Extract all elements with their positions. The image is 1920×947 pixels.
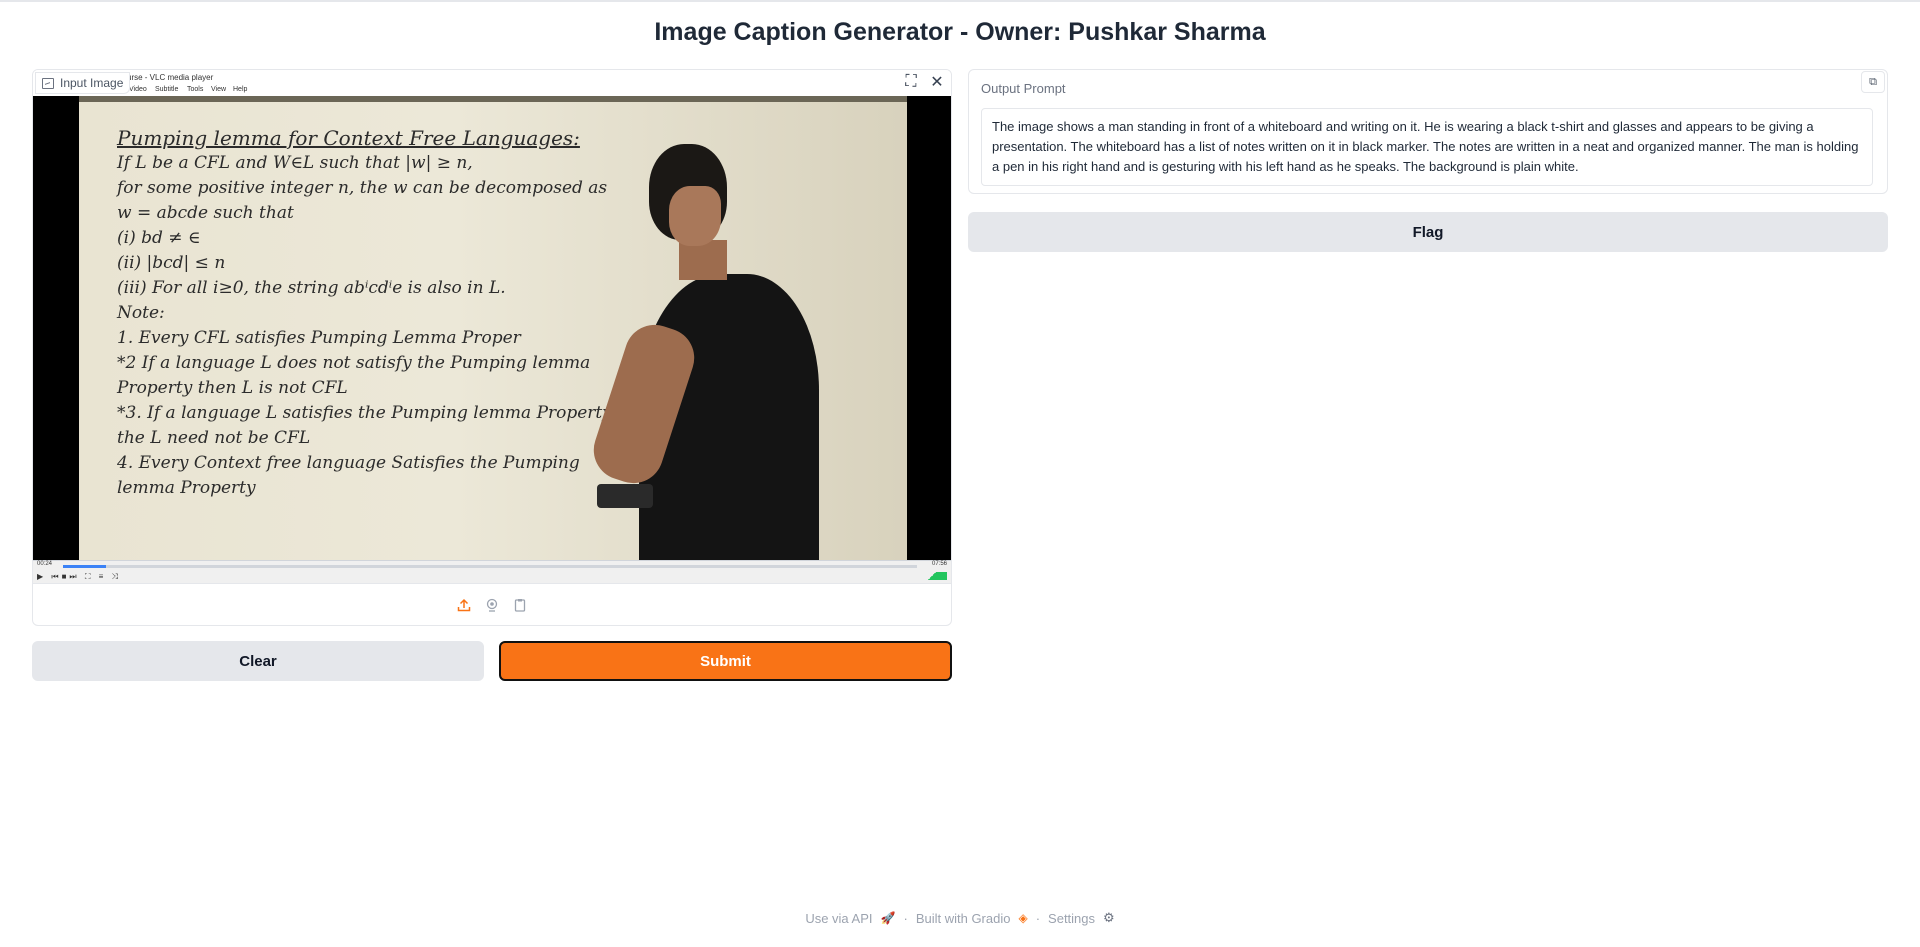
board-line: 4. Every Context free language Satisfies… — [117, 453, 580, 473]
input-image-label-text: Input Image — [60, 76, 124, 90]
output-prompt-panel: Output Prompt ⧉ The image shows a man st… — [968, 69, 1888, 194]
page-title: Image Caption Generator - Owner: Pushkar… — [654, 18, 1266, 46]
fullscreen-icon[interactable]: ⛶ — [901, 72, 921, 92]
video-frame: Pumping lemma for Context Free Languages… — [33, 96, 951, 560]
board-line: (ii) |bcd| ≤ n — [117, 253, 226, 273]
output-prompt-text[interactable]: The image shows a man standing in front … — [981, 108, 1873, 186]
image-source-bar — [33, 583, 951, 625]
copy-icon[interactable]: ⧉ — [1861, 71, 1885, 93]
upload-icon[interactable] — [455, 596, 473, 614]
input-image-preview: urse - VLC media player Video Subtitle T… — [33, 70, 951, 584]
board-line: *2 If a language L does not satisfy the … — [117, 353, 591, 373]
gear-icon: ⚙ — [1103, 910, 1115, 925]
vlc-title: urse - VLC media player — [127, 73, 214, 82]
vlc-seek-fill — [63, 565, 106, 568]
vlc-menu-item: Tools — [187, 86, 204, 93]
settings-link[interactable]: Settings — [1048, 911, 1095, 926]
board-line: (iii) For all i≥0, the string abⁱcdⁱe is… — [117, 278, 506, 298]
board-line: (i) bd ≠ ∈ — [117, 228, 201, 248]
clipboard-icon[interactable] — [511, 596, 529, 614]
board-line: *3. If a language L satisfies the Pumpin… — [117, 403, 612, 423]
top-divider — [0, 0, 1920, 2]
close-icon[interactable]: ✕ — [927, 72, 947, 92]
rocket-icon: 🚀 — [880, 911, 896, 925]
board-line: w = abcde such that — [117, 203, 294, 223]
vlc-menu-item: Help — [233, 86, 248, 93]
board-line: Property then L is not CFL — [117, 378, 348, 398]
image-icon — [42, 77, 54, 89]
whiteboard: Pumping lemma for Context Free Languages… — [79, 96, 907, 560]
vlc-menu-item: View — [211, 86, 227, 93]
board-line: lemma Property — [117, 478, 256, 498]
vlc-menu-item: Video — [129, 86, 147, 93]
gradio-logo-icon: ◈ — [1018, 911, 1028, 925]
board-line: If L be a CFL and W∈L such that |w| ≥ n, — [117, 153, 473, 173]
image-toolbar: ⛶ ✕ — [901, 72, 947, 92]
footer: Use via API 🚀 · Built with Gradio ◈ · Se… — [805, 910, 1115, 926]
vlc-volume — [917, 572, 947, 580]
vlc-time-total: 07:56 — [931, 561, 947, 567]
submit-button[interactable]: Submit — [499, 641, 952, 681]
output-prompt-label: Output Prompt — [981, 81, 1066, 96]
vlc-controls: 00:24 07:56 ▶ ⏮■⏭ ⛶ ≡ ⤨ — [33, 560, 951, 584]
vlc-menu-item: Subtitle — [155, 86, 179, 93]
vlc-titlebar: urse - VLC media player — [33, 70, 951, 84]
clear-button[interactable]: Clear — [32, 641, 484, 681]
webcam-icon[interactable] — [483, 596, 501, 614]
vlc-menubar: Video Subtitle Tools View Help — [33, 84, 951, 96]
vlc-seek-bar — [63, 565, 917, 568]
board-line: 1. Every CFL satisfies Pumping Lemma Pro… — [117, 328, 521, 348]
whiteboard-notes: Pumping lemma for Context Free Languages… — [117, 126, 637, 501]
board-line: the L need not be CFL — [117, 428, 311, 448]
flag-button[interactable]: Flag — [968, 212, 1888, 252]
board-line: Pumping lemma for Context Free Languages… — [117, 126, 580, 150]
presenter — [585, 144, 849, 560]
use-via-api-link[interactable]: Use via API — [805, 911, 872, 926]
board-line: for some positive integer n, the w can b… — [117, 178, 608, 198]
input-image-panel[interactable]: Input Image ⛶ ✕ urse - VLC media player … — [32, 69, 952, 626]
vlc-time-elapsed: 00:24 — [37, 561, 53, 567]
built-with-gradio-link[interactable]: Built with Gradio — [916, 911, 1011, 926]
input-image-label: Input Image — [35, 72, 131, 94]
vlc-playback-controls: ▶ ⏮■⏭ ⛶ ≡ ⤨ — [37, 572, 121, 581]
board-line: Note: — [117, 303, 165, 323]
